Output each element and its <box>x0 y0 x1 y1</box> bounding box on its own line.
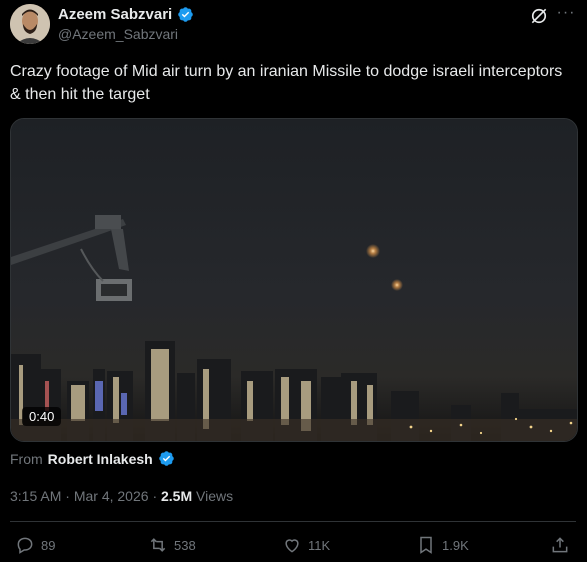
video-player[interactable] <box>10 118 578 442</box>
repost-count: 538 <box>174 537 196 553</box>
meta-separator: · <box>65 488 70 504</box>
reply-button[interactable]: 89 <box>15 535 55 555</box>
like-button[interactable]: 11K <box>282 535 330 555</box>
verified-badge-icon <box>177 6 194 23</box>
source-author-link[interactable]: Robert Inlakesh <box>48 451 153 467</box>
tweet-meta: 3:15 AM · Mar 4, 2026 · 2.5M Views <box>10 488 233 504</box>
repost-button[interactable]: 538 <box>148 535 196 555</box>
meta-separator: · <box>152 488 158 504</box>
author-name-row[interactable]: Azeem Sabzvari <box>58 6 194 23</box>
heart-icon <box>285 539 299 553</box>
author-handle[interactable]: @Azeem_Sabzvari <box>58 26 178 42</box>
video-duration: 0:40 <box>22 407 62 426</box>
divider <box>10 521 576 522</box>
video-frame <box>11 119 577 441</box>
reply-icon <box>17 537 33 554</box>
more-options-button[interactable]: ··· <box>556 5 576 25</box>
views-label: Views <box>196 488 234 504</box>
avatar[interactable] <box>10 4 50 44</box>
reply-count: 89 <box>41 537 56 553</box>
views-count: 2.5M <box>161 488 193 504</box>
bookmark-icon <box>420 536 432 554</box>
tweet-time[interactable]: 3:15 AM <box>10 488 61 504</box>
verified-badge-icon <box>158 450 175 467</box>
grok-icon[interactable] <box>529 6 549 26</box>
source-prefix: From <box>10 450 43 467</box>
tweet-text: Crazy footage of Mid air turn by an iran… <box>10 63 563 103</box>
bookmark-button[interactable]: 1.9K <box>416 535 469 555</box>
avatar-image <box>10 4 50 44</box>
like-count: 11K <box>308 537 331 553</box>
repost-icon <box>150 538 166 552</box>
author-name[interactable]: Azeem Sabzvari <box>58 6 172 23</box>
share-button[interactable] <box>550 535 570 555</box>
bookmark-count: 1.9K <box>442 537 469 553</box>
action-bar: 89 538 11K 1.9K <box>0 535 587 559</box>
share-icon <box>552 537 568 553</box>
tweet-date[interactable]: Mar 4, 2026 <box>74 488 149 504</box>
source-attribution: From Robert Inlakesh <box>10 450 175 467</box>
